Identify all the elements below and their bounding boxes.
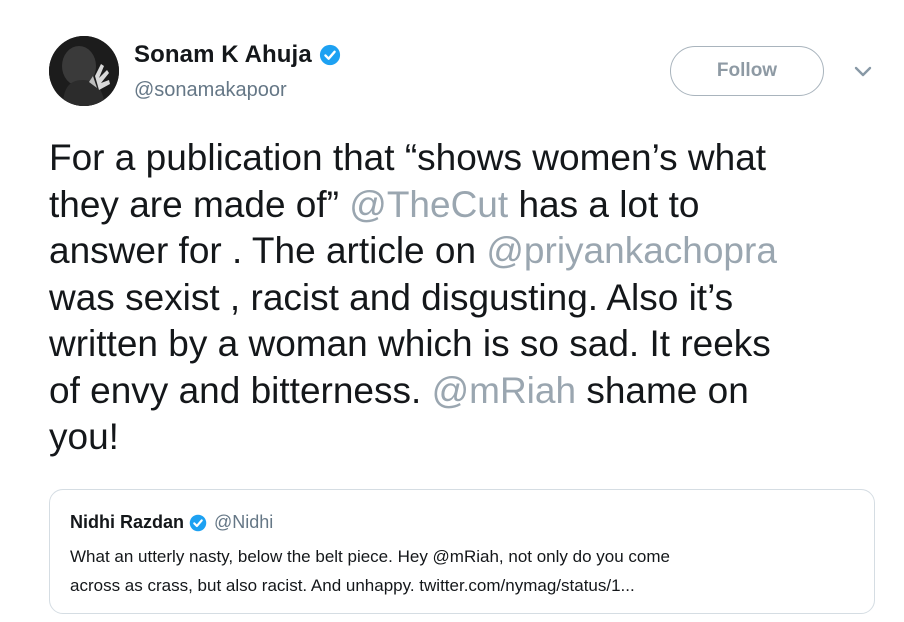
tweet-text-line: they are made of” @TheCut has a lot to — [49, 182, 889, 229]
verified-badge-icon — [189, 514, 207, 532]
author-display-name[interactable]: Sonam K Ahuja — [134, 41, 312, 69]
tweet-text-line: For a publication that “shows women’s wh… — [49, 135, 889, 182]
follow-button[interactable]: Follow — [670, 46, 824, 96]
profile-avatar[interactable] — [49, 36, 119, 106]
tweet-text: For a publication that “shows women’s wh… — [49, 135, 889, 461]
tweet-text-segment: written by a woman which is so sad. It r… — [49, 323, 771, 364]
tweet-text-line: you! — [49, 414, 889, 461]
tweet-text-segment: For a publication that “shows women’s wh… — [49, 137, 767, 178]
tweet-text-segment: of envy and bitterness. — [49, 369, 432, 411]
quoted-author-handle[interactable]: @Nidhi — [214, 512, 273, 533]
quoted-author-name[interactable]: Nidhi Razdan — [70, 512, 184, 533]
tweet-text-segment: they are made of” — [49, 183, 350, 225]
tweet-text-segment: answer for . The article on — [49, 230, 487, 271]
tweet-text-segment: you! — [49, 416, 119, 457]
tweet-text-segment: shame on — [576, 369, 749, 411]
tweet-text-line: of envy and bitterness. @mRiah shame on — [49, 368, 889, 415]
tweet-text-line: was sexist , racist and disgusting. Also… — [49, 275, 889, 322]
quoted-tweet-header: Nidhi Razdan @Nidhi — [70, 512, 273, 533]
author-name-row: Sonam K Ahuja — [134, 41, 341, 69]
tweet-text-segment: was sexist , racist and disgusting. Also… — [49, 276, 734, 318]
tweet-text-line: answer for . The article on @priyankacho… — [49, 228, 889, 275]
author-handle[interactable]: @sonamakapoor — [134, 79, 287, 102]
mention-link[interactable]: @priyankachopra — [486, 230, 777, 271]
tweet-text-line: written by a woman which is so sad. It r… — [49, 321, 889, 368]
mention-link[interactable]: @mRiah — [432, 370, 576, 411]
tweet-text-segment: has a lot to — [508, 183, 700, 225]
tweet-card: Sonam K Ahuja @sonamakapoor Follow For a… — [0, 0, 904, 622]
quoted-tweet-text: What an utterly nasty, below the belt pi… — [70, 542, 860, 600]
verified-badge-icon — [319, 44, 341, 66]
mention-link[interactable]: @TheCut — [349, 184, 508, 225]
quoted-tweet[interactable]: Nidhi Razdan @Nidhi What an utterly nast… — [49, 489, 875, 614]
quoted-text-line: across as crass, but also racist. And un… — [70, 576, 635, 595]
avatar-image — [49, 36, 119, 106]
chevron-down-icon[interactable] — [852, 64, 874, 80]
quoted-text-line: What an utterly nasty, below the belt pi… — [70, 547, 670, 566]
